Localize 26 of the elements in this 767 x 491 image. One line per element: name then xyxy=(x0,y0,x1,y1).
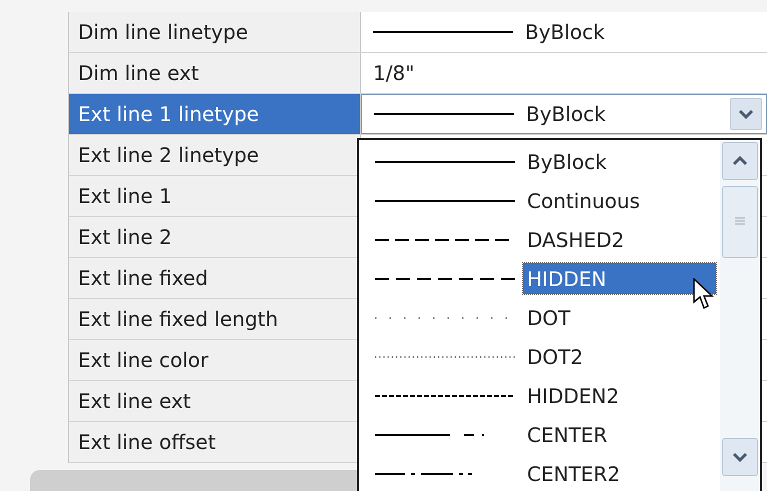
linetype-option[interactable]: DOT2 xyxy=(523,341,584,372)
chevron-down-icon xyxy=(732,452,748,462)
property-name[interactable]: Dim line ext xyxy=(69,53,361,93)
chevron-up-icon xyxy=(732,156,748,166)
linetype-option[interactable]: HIDDEN2 xyxy=(523,380,620,411)
linetype-option[interactable]: CENTER2 xyxy=(523,458,620,489)
property-name[interactable]: Dim line linetype xyxy=(69,12,361,52)
linetype-field[interactable]: ByBlock xyxy=(361,94,767,134)
property-value: ByBlock xyxy=(525,19,605,46)
linetype-option[interactable]: HIDDEN xyxy=(523,263,716,294)
property-value: ByBlock xyxy=(526,101,606,128)
cursor-icon xyxy=(693,278,715,312)
linetype-option[interactable]: DASHED2 xyxy=(523,224,624,255)
linetype-option[interactable]: Continuous xyxy=(523,185,640,216)
linetype-option[interactable]: CENTER xyxy=(523,419,608,450)
linetype-option[interactable]: DOT xyxy=(523,302,570,333)
scroll-thumb[interactable] xyxy=(722,186,758,258)
linetype-option[interactable]: ByBlock xyxy=(523,146,607,177)
chevron-down-icon xyxy=(738,109,754,119)
grip-icon xyxy=(734,217,746,227)
scroll-up-button[interactable] xyxy=(722,142,758,180)
scroll-down-button[interactable] xyxy=(722,438,758,476)
dropdown-button[interactable] xyxy=(730,98,762,130)
property-value: 1/8" xyxy=(373,60,414,87)
property-name[interactable]: Ext line 2 linetype xyxy=(69,135,361,175)
property-name[interactable]: Ext line 1 linetype xyxy=(69,94,361,134)
